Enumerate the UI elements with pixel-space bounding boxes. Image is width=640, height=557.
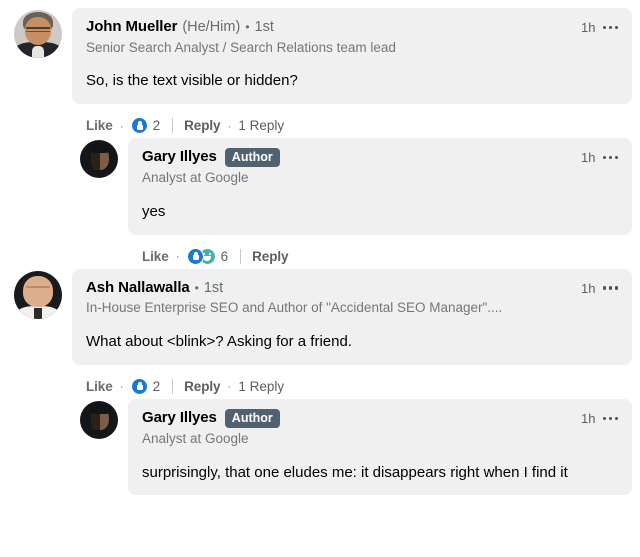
comment-meta: 1h [581, 409, 618, 426]
author-name[interactable]: Gary Illyes [142, 148, 217, 167]
more-options-icon[interactable] [602, 284, 618, 292]
comment-item: Gary Illyes Author Analyst at Google 1h yes L… [8, 138, 632, 269]
author-badge: Author [224, 148, 280, 168]
action-divider [172, 118, 174, 134]
more-options-icon[interactable] [602, 24, 618, 32]
timestamp: 1h [581, 150, 596, 166]
name-separator: • [194, 280, 199, 295]
comment-actions: Like · 2 Reply · 1 Reply [72, 365, 632, 399]
reaction-like-icon [130, 117, 148, 135]
replies-separator: · [227, 118, 232, 133]
replies-count[interactable]: 1 Reply [238, 379, 284, 394]
author-name-line: Gary Illyes Author [142, 408, 280, 429]
comment-item: Gary Illyes Author Analyst at Google 1h surp… [8, 398, 632, 496]
more-options-icon[interactable] [602, 415, 618, 423]
reaction-like-icon [130, 377, 148, 395]
author-name-line: Ash Nallawalla • 1st [86, 279, 502, 298]
author-headline: Analyst at Google [142, 431, 249, 447]
timestamp: 1h [581, 280, 596, 296]
author-name-line: Gary Illyes Author [142, 148, 280, 168]
comment-actions: Like · 2 Reply · 1 Reply [72, 104, 632, 138]
comment-item: John Mueller (He/Him) • 1st Senior Search An… [8, 8, 632, 138]
like-button[interactable]: Like [86, 379, 113, 394]
comment-header: Gary Illyes Author Analyst at Google 1h [142, 408, 618, 448]
comment-bubble: Gary Illyes Author Analyst at Google 1h yes [128, 138, 632, 235]
reactions-group[interactable] [130, 117, 148, 135]
comment-meta: 1h [581, 18, 618, 35]
replies-count[interactable]: 1 Reply [238, 118, 284, 133]
comment-body: Gary Illyes Author Analyst at Google 1h surp… [128, 398, 632, 496]
author-name[interactable]: Gary Illyes [142, 409, 217, 428]
reactions-group[interactable] [186, 247, 216, 265]
comment-text: So, is the text visible or hidden? [86, 72, 298, 90]
author-block: Gary Illyes Author Analyst at Google [142, 408, 290, 448]
comment-bubble: John Mueller (He/Him) • 1st Senior Search An… [72, 8, 632, 105]
comment-header: Gary Illyes Author Analyst at Google 1h [142, 148, 618, 187]
reply-button[interactable]: Reply [252, 249, 288, 264]
comment-body: Ash Nallawalla • 1st In-House Enterprise SE… [72, 268, 632, 399]
comment-bubble: Gary Illyes Author Analyst at Google 1h surp… [128, 398, 632, 496]
comment-thread: John Mueller (He/Him) • 1st Senior Search An… [0, 0, 640, 496]
author-headline: Senior Search Analyst / Search Relations… [86, 39, 396, 55]
comment-header: Ash Nallawalla • 1st In-House Enterprise SE… [86, 279, 618, 317]
comment-bubble: Ash Nallawalla • 1st In-House Enterprise SE… [72, 268, 632, 365]
reaction-like-icon [186, 247, 204, 265]
reaction-count: 6 [220, 248, 229, 264]
author-name[interactable]: Ash Nallawalla [86, 279, 190, 298]
comment-text: yes [142, 202, 166, 220]
author-name-line: John Mueller (He/Him) • 1st [86, 18, 396, 37]
author-headline: In-House Enterprise SEO and Author of "A… [86, 300, 503, 316]
author-badge: Author [224, 408, 280, 429]
comment-meta: 1h [581, 279, 618, 296]
comment-item: Ash Nallawalla • 1st In-House Enterprise SE… [8, 268, 632, 399]
comment-header: John Mueller (He/Him) • 1st Senior Search An… [86, 18, 618, 56]
comment-actions: Like · 6 Reply [128, 235, 632, 269]
comment-text: What about <blink>? Asking for a friend. [86, 333, 352, 351]
comment-meta: 1h [581, 148, 618, 165]
reply-button[interactable]: Reply [184, 118, 220, 133]
reply-button[interactable]: Reply [184, 379, 220, 394]
like-button[interactable]: Like [142, 249, 169, 264]
reactions-group[interactable] [130, 377, 148, 395]
reaction-count: 2 [152, 378, 161, 394]
like-button[interactable]: Like [86, 118, 113, 133]
ash-nallawalla-avatar[interactable] [14, 270, 62, 319]
author-name[interactable]: John Mueller [86, 18, 177, 37]
connection-degree: 1st [203, 280, 224, 297]
timestamp: 1h [581, 20, 596, 35]
pronouns: (He/Him) [182, 19, 241, 36]
action-separator: · [119, 118, 124, 133]
action-divider [172, 378, 174, 394]
name-separator: • [245, 19, 250, 34]
gary-illyes-avatar[interactable] [80, 140, 118, 179]
john-mueller-avatar[interactable] [14, 10, 62, 58]
author-block: Ash Nallawalla • 1st In-House Enterprise SE… [86, 279, 512, 317]
action-separator: · [175, 249, 180, 264]
comment-body: John Mueller (He/Him) • 1st Senior Search An… [72, 8, 632, 138]
action-separator: · [119, 379, 124, 394]
author-block: Gary Illyes Author Analyst at Google [142, 148, 290, 187]
comment-text: surprisingly, that one eludes me: it dis… [142, 463, 568, 481]
action-divider [240, 248, 242, 264]
timestamp: 1h [581, 410, 596, 426]
comment-body: Gary Illyes Author Analyst at Google 1h yes L… [128, 138, 632, 269]
more-options-icon[interactable] [602, 154, 618, 162]
reaction-count: 2 [152, 118, 161, 134]
author-headline: Analyst at Google [142, 170, 249, 186]
connection-degree: 1st [254, 19, 274, 36]
author-block: John Mueller (He/Him) • 1st Senior Search An… [86, 18, 406, 56]
replies-separator: · [227, 379, 232, 394]
gary-illyes-avatar[interactable] [80, 400, 118, 439]
